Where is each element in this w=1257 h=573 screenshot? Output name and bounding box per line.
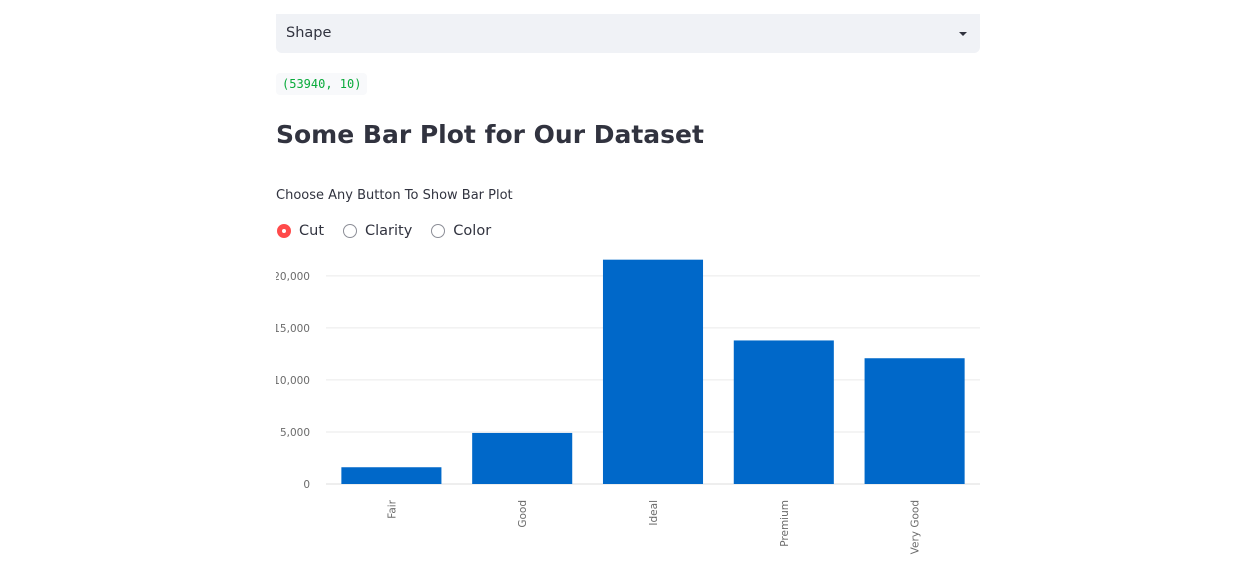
bar xyxy=(733,340,834,484)
radio-option-label: Cut xyxy=(299,223,324,239)
radio-group: Cut Clarity Color xyxy=(277,220,510,242)
bar-chart: 0 5,000 10,000 15,000 20,000 Fair Good Ideal Pre… xyxy=(273,255,980,565)
y-tick-label: 10,000 xyxy=(276,375,310,387)
bar xyxy=(864,358,965,484)
radio-unchecked-icon[interactable] xyxy=(343,224,357,238)
radio-option-label: Clarity xyxy=(365,223,413,239)
y-tick-label: 15,000 xyxy=(276,323,310,335)
page-heading: Some Bar Plot for Our Dataset xyxy=(276,120,704,149)
radio-group-label: Choose Any Button To Show Bar Plot xyxy=(276,188,513,203)
main-content: Shape (53940, 10) Some Bar Plot for Our … xyxy=(273,0,980,573)
x-tick-label: Premium xyxy=(779,500,791,547)
radio-unchecked-icon[interactable] xyxy=(431,224,446,238)
radio-checked-icon[interactable] xyxy=(277,224,291,238)
radio-option-cut[interactable]: Cut xyxy=(277,223,324,239)
select-dropdown[interactable]: Shape xyxy=(276,14,980,53)
radio-option-clarity[interactable]: Clarity xyxy=(343,223,412,239)
bar-chart-svg: 0 5,000 10,000 15,000 20,000 Fair Good Ideal Pre… xyxy=(273,259,980,554)
y-tick-label: 5,000 xyxy=(280,427,310,439)
select-value: Shape xyxy=(286,25,332,41)
x-tick-label: Good xyxy=(517,500,529,528)
bar xyxy=(341,467,442,484)
radio-option-label: Color xyxy=(453,223,492,239)
x-tick-label: Ideal xyxy=(648,500,660,526)
chevron-down-icon[interactable] xyxy=(959,32,967,36)
shape-output: (53940, 10) xyxy=(276,73,368,95)
bar xyxy=(602,259,704,484)
x-tick-label: Fair xyxy=(386,499,398,518)
bar xyxy=(472,432,573,484)
radio-option-color[interactable]: Color xyxy=(431,223,491,239)
y-tick-label: 20,000 xyxy=(276,271,310,283)
x-tick-label: Very Good xyxy=(910,500,922,554)
y-tick-label: 0 xyxy=(303,479,310,491)
